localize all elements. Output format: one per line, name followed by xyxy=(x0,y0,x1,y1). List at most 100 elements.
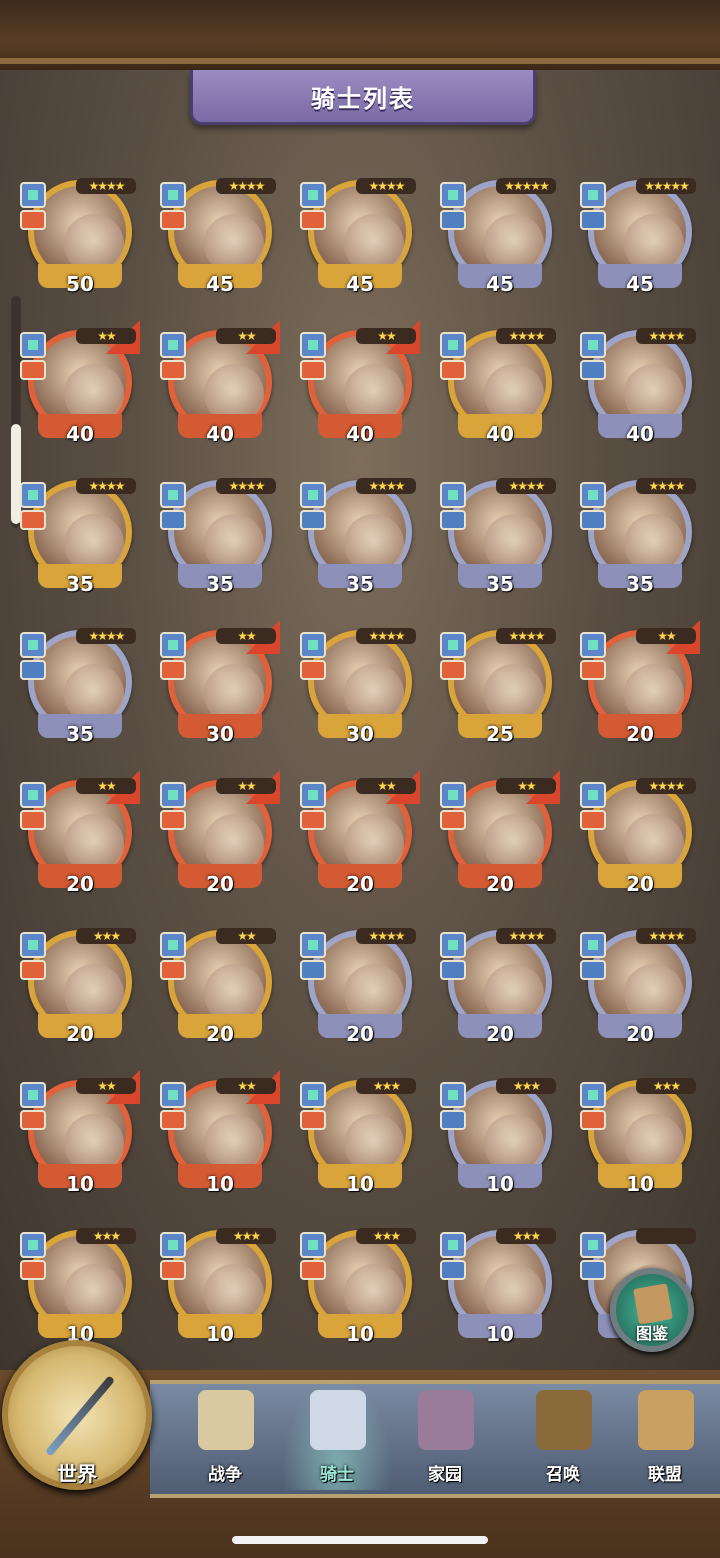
knight-card[interactable]: ★★★★ 45 xyxy=(160,176,280,301)
knight-level: 35 xyxy=(66,722,94,746)
knight-level: 25 xyxy=(486,722,514,746)
knight-card[interactable]: ★★ 10 xyxy=(20,1070,140,1201)
knight-level: 40 xyxy=(486,422,514,446)
knight-card[interactable]: ★★★★ 20 xyxy=(440,926,560,1051)
knight-card[interactable]: ★★ 20 xyxy=(160,926,280,1051)
weapon-icon xyxy=(300,210,326,230)
knight-card[interactable]: ★★★ 10 xyxy=(300,1076,420,1201)
star-rating: ★★ xyxy=(496,778,556,794)
knight-card[interactable]: ★★ 20 xyxy=(580,620,700,751)
knight-card[interactable]: ★★★ 10 xyxy=(300,1226,420,1351)
scroll-icon xyxy=(633,1283,673,1325)
weapon-icon xyxy=(440,1260,466,1280)
knight-card[interactable]: ★★★ 10 xyxy=(160,1226,280,1351)
star-rating: ★★ xyxy=(356,778,416,794)
nav-knights[interactable]: 骑士 xyxy=(282,1378,392,1490)
knight-card[interactable]: ★★★★ 35 xyxy=(300,476,420,601)
class-icon xyxy=(160,482,186,508)
knight-card[interactable]: ★★★★ 35 xyxy=(160,476,280,601)
weapon-icon xyxy=(300,360,326,380)
knight-card[interactable]: ★★ 40 xyxy=(160,320,280,451)
knight-card[interactable]: ★★ 20 xyxy=(20,770,140,901)
weapon-icon xyxy=(20,210,46,230)
knight-level: 10 xyxy=(486,1172,514,1196)
tavern-table-icon xyxy=(638,1390,694,1450)
knight-card[interactable]: ★★★★ 20 xyxy=(300,926,420,1051)
knight-card[interactable]: ★★★ 20 xyxy=(20,926,140,1051)
knight-card[interactable]: ★★ 10 xyxy=(160,1070,280,1201)
star-rating: ★★★★ xyxy=(76,628,136,644)
knight-card[interactable]: ★★★★ 30 xyxy=(300,626,420,751)
knight-card[interactable]: ★★★ 10 xyxy=(20,1226,140,1351)
nav-war[interactable]: 战争 xyxy=(170,1378,280,1490)
knight-level: 30 xyxy=(346,722,374,746)
knight-level: 35 xyxy=(66,572,94,596)
knight-card[interactable]: ★★★★ 40 xyxy=(440,326,560,451)
knight-card[interactable]: ★★★★ 45 xyxy=(300,176,420,301)
weapon-icon xyxy=(580,960,606,980)
knight-level: 20 xyxy=(66,872,94,896)
class-icon xyxy=(580,782,606,808)
star-rating: ★★ xyxy=(636,628,696,644)
star-rating: ★★★★ xyxy=(356,478,416,494)
knight-card[interactable]: ★★★★ 50 xyxy=(20,176,140,301)
knight-card[interactable]: ★★ 30 xyxy=(160,620,280,751)
class-icon xyxy=(300,782,326,808)
star-rating: ★★★★★ xyxy=(496,178,556,194)
knight-card[interactable]: ★★★★ 35 xyxy=(580,476,700,601)
knight-level: 45 xyxy=(346,272,374,296)
home-indicator[interactable] xyxy=(232,1536,488,1544)
knight-row: ★★★★ 50 ★★★★ 45 ★★★★ 45 ★★★★★ 45 ★★★★★ 45 xyxy=(20,176,720,326)
knight-card[interactable]: ★★★★ 20 xyxy=(580,926,700,1051)
star-rating: ★★★★ xyxy=(216,478,276,494)
knight-card[interactable]: ★★★ 10 xyxy=(580,1076,700,1201)
knight-level: 20 xyxy=(206,872,234,896)
weapon-icon xyxy=(20,510,46,530)
knight-card[interactable]: ★★★ 10 xyxy=(440,1226,560,1351)
class-icon xyxy=(160,1082,186,1108)
weapon-icon xyxy=(440,1110,466,1130)
knight-card[interactable]: ★★★★ 40 xyxy=(580,326,700,451)
class-icon xyxy=(440,482,466,508)
knight-card[interactable]: ★★★★ 35 xyxy=(440,476,560,601)
knight-level: 35 xyxy=(626,572,654,596)
nav-summon[interactable]: 召唤 xyxy=(508,1378,618,1490)
star-rating: ★★★★ xyxy=(76,178,136,194)
weapon-icon xyxy=(440,510,466,530)
class-icon xyxy=(20,182,46,208)
knight-card[interactable]: ★★ 20 xyxy=(300,770,420,901)
weapon-icon xyxy=(300,810,326,830)
weapon-icon xyxy=(20,810,46,830)
class-icon xyxy=(20,782,46,808)
knight-row: ★★ 20 ★★ 20 ★★ 20 ★★ 20 ★★★★ 20 xyxy=(20,770,720,926)
class-icon xyxy=(440,1082,466,1108)
train-icon xyxy=(536,1390,592,1450)
knight-card[interactable]: ★★★★ 35 xyxy=(20,476,140,601)
codex-button[interactable]: 图鉴 xyxy=(610,1268,694,1352)
knight-card[interactable]: ★★ 40 xyxy=(20,320,140,451)
weapon-icon xyxy=(160,510,186,530)
star-rating: ★★★★ xyxy=(636,328,696,344)
knight-level: 40 xyxy=(206,422,234,446)
class-icon xyxy=(20,632,46,658)
world-compass-button[interactable]: 世界 xyxy=(2,1340,152,1490)
star-rating: ★★★★ xyxy=(76,478,136,494)
nav-summon-label: 召唤 xyxy=(546,1465,580,1485)
nav-home[interactable]: 家园 xyxy=(390,1378,500,1490)
class-icon xyxy=(160,1232,186,1258)
nav-alliance[interactable]: 联盟 xyxy=(610,1378,720,1490)
knight-level: 40 xyxy=(66,422,94,446)
knight-card[interactable]: ★★★★ 25 xyxy=(440,626,560,751)
knight-card[interactable]: ★★★★★ 45 xyxy=(580,176,700,301)
knight-card[interactable]: ★★★★★ 45 xyxy=(440,176,560,301)
star-rating: ★★ xyxy=(76,778,136,794)
knight-card[interactable]: ★★ 40 xyxy=(300,320,420,451)
class-icon xyxy=(300,182,326,208)
knight-card[interactable]: ★★★★ 35 xyxy=(20,626,140,751)
knight-level: 50 xyxy=(66,272,94,296)
knight-card[interactable]: ★★★★ 20 xyxy=(580,776,700,901)
knight-card[interactable]: ★★★ 10 xyxy=(440,1076,560,1201)
knight-card[interactable]: ★★ 20 xyxy=(160,770,280,901)
knight-level: 20 xyxy=(626,872,654,896)
knight-card[interactable]: ★★ 20 xyxy=(440,770,560,901)
